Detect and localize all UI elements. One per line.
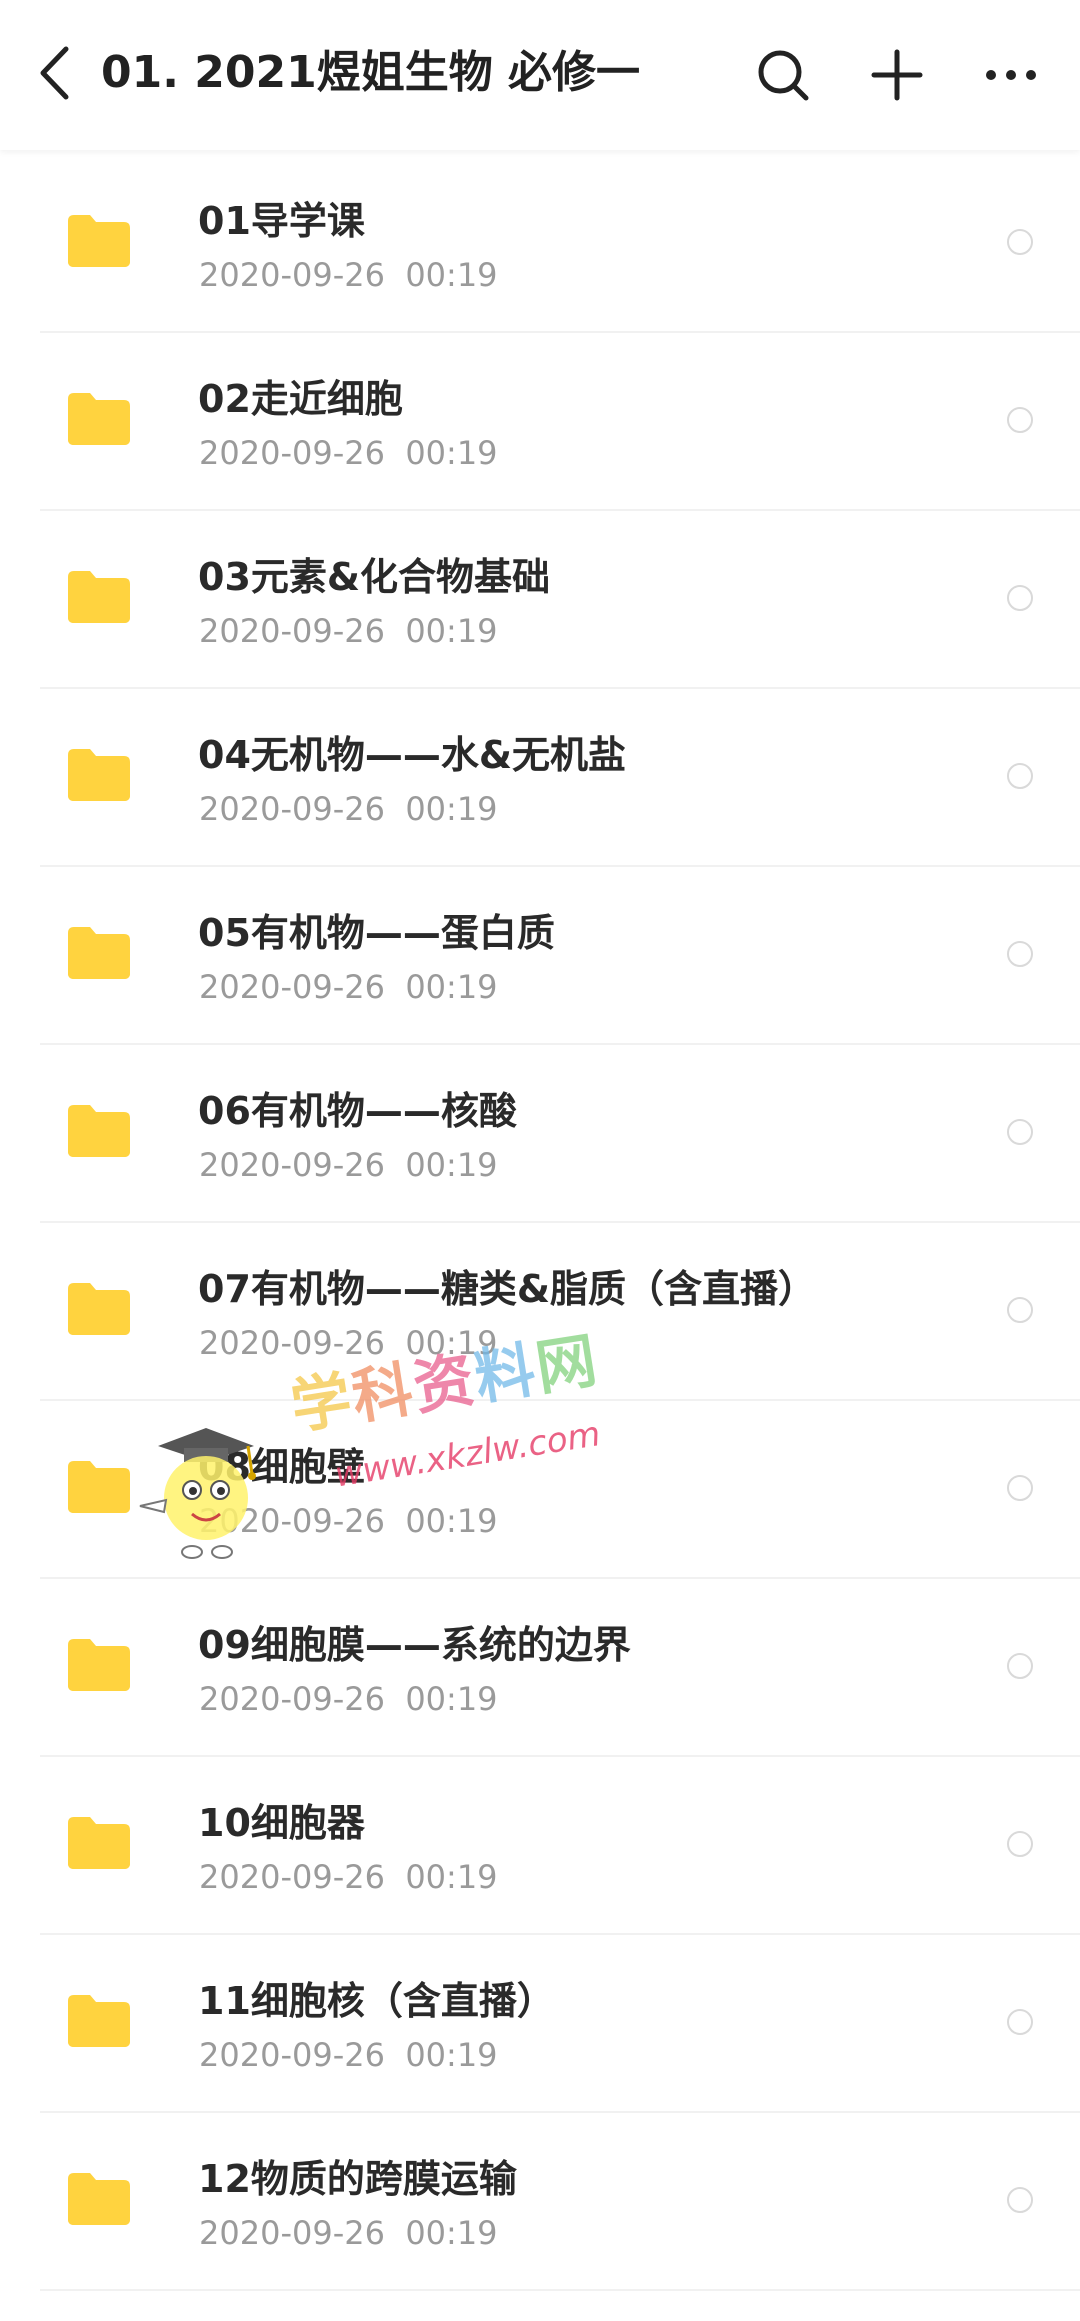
folder-row[interactable]: 05有机物——蛋白质 2020-09-26 00:19 <box>0 867 1080 1045</box>
top-bar: 01. 2021煜姐生物 必修一 <box>0 0 1080 150</box>
folder-modified-time: 2020-09-26 00:19 <box>199 1324 498 1362</box>
folder-name: 09细胞膜——系统的边界 <box>198 1623 631 1667</box>
more-dots-icon <box>986 70 1036 80</box>
folder-row[interactable]: 02走近细胞 2020-09-26 00:19 <box>0 333 1080 511</box>
folder-name: 11细胞核（含直播） <box>198 1979 555 2023</box>
folder-row[interactable]: 01导学课 2020-09-26 00:19 <box>0 155 1080 333</box>
folder-icon <box>68 1639 130 1691</box>
folder-name: 03元素&化合物基础 <box>198 555 551 599</box>
back-arrow-icon <box>40 46 69 100</box>
folder-icon <box>68 1461 130 1513</box>
folder-row[interactable]: 04无机物——水&无机盐 2020-09-26 00:19 <box>0 689 1080 867</box>
folder-name: 07有机物——糖类&脂质（含直播） <box>198 1267 817 1311</box>
folder-name: 02走近细胞 <box>198 377 403 421</box>
folder-row[interactable]: 06有机物——核酸 2020-09-26 00:19 <box>0 1045 1080 1223</box>
folder-icon <box>68 1995 130 2047</box>
folder-name: 12物质的跨膜运输 <box>198 2157 517 2201</box>
folder-modified-time: 2020-09-26 00:19 <box>199 790 498 828</box>
search-button[interactable] <box>748 40 818 110</box>
folder-modified-time: 2020-09-26 00:19 <box>199 1858 498 1896</box>
back-button[interactable] <box>28 40 80 106</box>
select-checkbox[interactable] <box>1007 941 1033 967</box>
folder-modified-time: 2020-09-26 00:19 <box>199 434 498 472</box>
folder-icon <box>68 393 130 445</box>
select-checkbox[interactable] <box>1007 2187 1033 2213</box>
folder-modified-time: 2020-09-26 00:19 <box>199 1502 498 1540</box>
folder-modified-time: 2020-09-26 00:19 <box>199 968 498 1006</box>
folder-icon <box>68 749 130 801</box>
select-checkbox[interactable] <box>1007 1297 1033 1323</box>
search-icon <box>758 50 809 101</box>
folder-icon <box>68 2173 130 2225</box>
folder-modified-time: 2020-09-26 00:19 <box>199 2214 498 2252</box>
select-checkbox[interactable] <box>1007 585 1033 611</box>
folder-row[interactable]: 12物质的跨膜运输 2020-09-26 00:19 <box>0 2113 1080 2291</box>
row-divider <box>40 2289 1080 2291</box>
select-checkbox[interactable] <box>1007 1475 1033 1501</box>
folder-name: 04无机物——水&无机盐 <box>198 733 627 777</box>
select-checkbox[interactable] <box>1007 1119 1033 1145</box>
folder-row[interactable]: 03元素&化合物基础 2020-09-26 00:19 <box>0 511 1080 689</box>
select-checkbox[interactable] <box>1007 1831 1033 1857</box>
folder-modified-time: 2020-09-26 00:19 <box>199 1146 498 1184</box>
folder-icon <box>68 927 130 979</box>
folder-modified-time: 2020-09-26 00:19 <box>199 256 498 294</box>
select-checkbox[interactable] <box>1007 229 1033 255</box>
folder-name: 10细胞器 <box>198 1801 365 1845</box>
add-button[interactable] <box>862 40 932 110</box>
folder-modified-time: 2020-09-26 00:19 <box>199 1680 498 1718</box>
folder-row[interactable]: 08细胞壁 2020-09-26 00:19 <box>0 1401 1080 1579</box>
folder-row[interactable]: 11细胞核（含直播） 2020-09-26 00:19 <box>0 1935 1080 2113</box>
folder-row[interactable]: 07有机物——糖类&脂质（含直播） 2020-09-26 00:19 <box>0 1223 1080 1401</box>
more-button[interactable] <box>976 40 1046 110</box>
folder-name: 01导学课 <box>198 199 365 243</box>
folder-name: 06有机物——核酸 <box>198 1089 517 1133</box>
select-checkbox[interactable] <box>1007 407 1033 433</box>
folder-icon <box>68 1817 130 1869</box>
folder-modified-time: 2020-09-26 00:19 <box>199 612 498 650</box>
folder-row[interactable]: 10细胞器 2020-09-26 00:19 <box>0 1757 1080 1935</box>
plus-icon <box>871 49 923 101</box>
folder-icon <box>68 1283 130 1335</box>
folder-icon <box>68 1105 130 1157</box>
folder-name: 05有机物——蛋白质 <box>198 911 555 955</box>
select-checkbox[interactable] <box>1007 763 1033 789</box>
folder-icon <box>68 571 130 623</box>
folder-name: 08细胞壁 <box>198 1445 365 1489</box>
folder-list: 01导学课 2020-09-26 00:19 02走近细胞 2020-09-26 00… <box>0 155 1080 2291</box>
folder-row[interactable]: 09细胞膜——系统的边界 2020-09-26 00:19 <box>0 1579 1080 1757</box>
page-title: 01. 2021煜姐生物 必修一 <box>101 47 641 98</box>
folder-icon <box>68 215 130 267</box>
folder-modified-time: 2020-09-26 00:19 <box>199 2036 498 2074</box>
select-checkbox[interactable] <box>1007 2009 1033 2035</box>
select-checkbox[interactable] <box>1007 1653 1033 1679</box>
